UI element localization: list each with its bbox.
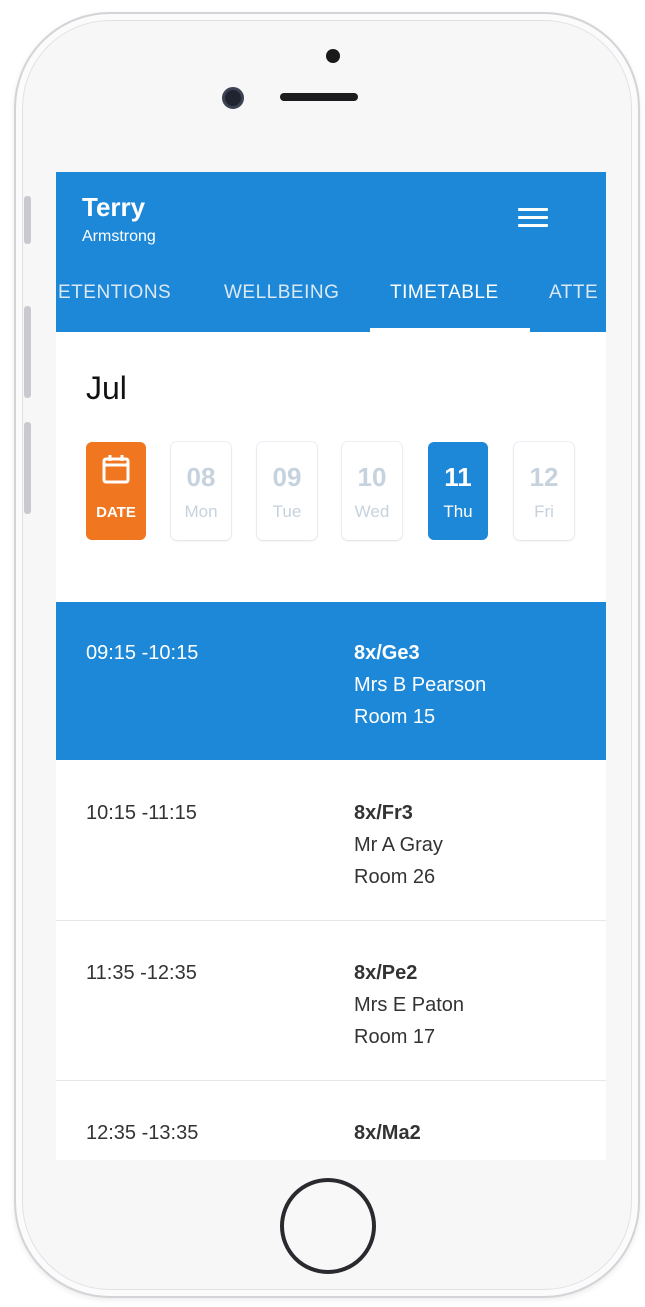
lesson-row[interactable]: 11:35 -12:35 8x/Pe2 Mrs E Paton Room 17 [56, 922, 606, 1080]
day-thu[interactable]: 11 Thu [428, 442, 488, 540]
proximity-sensor [326, 49, 340, 63]
front-camera [222, 87, 244, 109]
day-tue[interactable]: 09 Tue [257, 442, 317, 540]
app-header: Terry Armstrong ETENTIONS WELLBEING TIME… [56, 172, 606, 332]
hamburger-menu-icon[interactable] [518, 208, 548, 230]
lesson-time: 12:35 -13:35 [86, 1122, 199, 1144]
lesson-teacher: Mr A Gray [354, 834, 443, 856]
volume-down-button [24, 422, 31, 514]
day-name: Thu [443, 502, 473, 521]
day-name: Fri [534, 502, 554, 521]
day-mon[interactable]: 08 Mon [171, 442, 231, 540]
tab-attendance[interactable]: ATTE [549, 282, 598, 304]
lesson-class: 8x/Ge3 [354, 642, 420, 664]
user-first-name: Terry [82, 192, 146, 222]
tab-timetable[interactable]: TIMETABLE [390, 282, 499, 304]
lesson-teacher: Mrs E Paton [354, 994, 465, 1016]
day-number: 08 [186, 462, 216, 492]
lesson-row[interactable]: 12:35 -13:35 8x/Ma2 [56, 1082, 606, 1160]
lesson-time: 11:35 -12:35 [86, 962, 197, 984]
app-screen: Terry Armstrong ETENTIONS WELLBEING TIME… [56, 172, 606, 1160]
day-fri[interactable]: 12 Fri [514, 442, 574, 540]
row-divider [56, 1080, 606, 1081]
month-label: Jul [86, 370, 127, 406]
volume-up-button [24, 306, 31, 398]
active-tab-indicator [370, 328, 530, 332]
earpiece-speaker [280, 93, 358, 101]
day-name: Mon [184, 502, 218, 521]
lesson-room: Room 26 [354, 866, 436, 888]
user-last-name: Armstrong [82, 228, 156, 245]
lesson-class: 8x/Pe2 [354, 962, 418, 984]
row-divider [56, 920, 606, 921]
lesson-time: 10:15 -11:15 [86, 802, 197, 824]
lesson-row[interactable]: 09:15 -10:15 8x/Ge3 Mrs B Pearson Room 1… [56, 602, 606, 760]
day-name: Tue [272, 502, 302, 521]
lesson-time: 09:15 -10:15 [86, 642, 199, 664]
lesson-room: Room 17 [354, 1026, 436, 1048]
tab-bar: ETENTIONS WELLBEING TIMETABLE ATTE [56, 272, 606, 332]
day-wed[interactable]: 10 Wed [342, 442, 402, 540]
lesson-room: Room 15 [354, 706, 436, 728]
date-button-label: DATE [96, 504, 136, 521]
mute-switch [24, 196, 31, 244]
day-number: 12 [529, 462, 559, 492]
lesson-teacher: Mrs B Pearson [354, 674, 487, 696]
calendar-icon [102, 455, 130, 484]
tab-detentions[interactable]: ETENTIONS [58, 282, 171, 304]
home-button[interactable] [280, 1178, 376, 1274]
lesson-row[interactable]: 10:15 -11:15 8x/Fr3 Mr A Gray Room 26 [56, 762, 606, 920]
day-number: 11 [444, 462, 472, 492]
tab-wellbeing[interactable]: WELLBEING [224, 282, 339, 304]
day-number: 10 [357, 462, 387, 492]
day-name: Wed [354, 502, 390, 521]
date-picker-button[interactable]: DATE [86, 442, 146, 540]
day-number: 09 [272, 462, 302, 492]
lesson-class: 8x/Fr3 [354, 802, 413, 824]
lesson-class: 8x/Ma2 [354, 1122, 421, 1144]
